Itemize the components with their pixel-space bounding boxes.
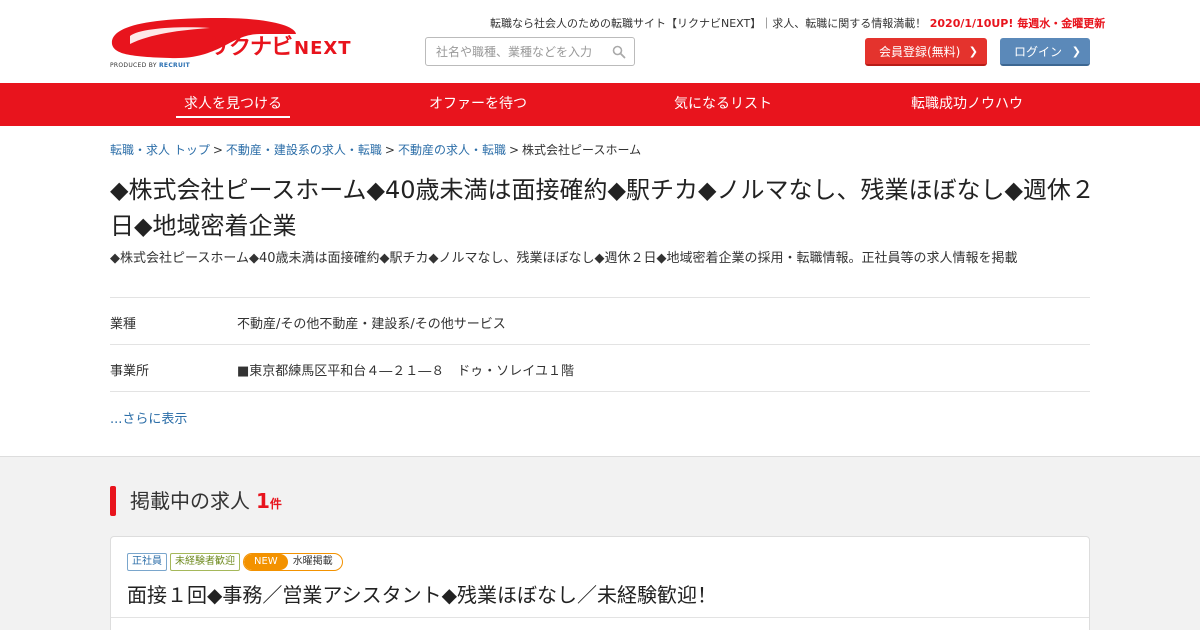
active-underline	[176, 116, 290, 118]
info-key: 業種	[110, 317, 137, 332]
chevron-right-icon: ❯	[1071, 45, 1081, 58]
logo-wordmark: リクナビ NEXT	[208, 29, 352, 61]
nav-item-label: 転職成功ノウハウ	[911, 96, 1023, 112]
nav-item-knowhow[interactable]: 転職成功ノウハウ	[911, 83, 1023, 126]
site-logo[interactable]: リクナビ NEXT PRODUCED BY RECRUIT	[110, 14, 360, 72]
login-button[interactable]: ログイン ❯	[1000, 38, 1090, 66]
logo-brand-suffix: NEXT	[294, 38, 352, 59]
tag-new-label: NEW	[244, 554, 288, 570]
breadcrumb-separator: >	[212, 143, 223, 157]
nav-item-wait-offers[interactable]: オファーを待つ	[429, 83, 527, 126]
listings-heading: 掲載中の求人 1件	[110, 486, 282, 516]
search-input[interactable]	[436, 43, 606, 61]
breadcrumb-link-top[interactable]: 転職・求人 トップ	[110, 143, 210, 157]
listings-heading-text: 掲載中の求人	[130, 489, 250, 513]
login-button-label: ログイン	[1014, 45, 1063, 59]
job-tags: 正社員 未経験者歓迎 NEW 水曜掲載	[127, 553, 343, 571]
tag-posting-day: 水曜掲載	[292, 556, 333, 567]
nav-item-favorites[interactable]: 気になるリスト	[674, 83, 772, 126]
breadcrumb-link-realestate-construction[interactable]: 不動産・建設系の求人・転職	[226, 143, 382, 157]
update-note: 2020/1/10UP! 毎週水・金曜更新	[929, 17, 1106, 30]
divider	[110, 391, 1090, 392]
info-value: ■東京都練馬区平和台４―２１―８ ドゥ・ソレイユ１階	[237, 364, 575, 379]
search-box	[425, 37, 635, 66]
nav-item-label: オファーを待つ	[429, 96, 527, 112]
logo-produced-by: PRODUCED BY RECRUIT	[110, 62, 190, 69]
info-value: 不動産/その他不動産・建設系/その他サービス	[237, 317, 506, 332]
global-nav: 求人を見つける オファーを待つ 気になるリスト 転職成功ノウハウ	[0, 83, 1200, 126]
divider	[111, 617, 1089, 618]
nav-item-label: 求人を見つける	[184, 96, 282, 112]
breadcrumb-link-realestate[interactable]: 不動産の求人・転職	[398, 143, 506, 157]
show-more-link[interactable]: ...さらに表示	[110, 408, 187, 427]
breadcrumb-separator: >	[508, 143, 520, 157]
info-row-industry: 業種 不動産/その他不動産・建設系/その他サービス	[110, 297, 1090, 344]
info-key: 事業所	[110, 364, 150, 379]
tag-employment-type: 正社員	[127, 553, 167, 571]
listings-count-unit: 件	[269, 497, 282, 511]
produced-by-text: PRODUCED BY	[110, 62, 157, 69]
site-header: リクナビ NEXT PRODUCED BY RECRUIT 転職なら社会人のための…	[0, 0, 1200, 83]
recruit-text: RECRUIT	[159, 62, 191, 69]
search-icon[interactable]	[612, 45, 626, 59]
info-row-office: 事業所 ■東京都練馬区平和台４―２１―８ ドゥ・ソレイユ１階	[110, 344, 1090, 391]
nav-item-label: 気になるリスト	[674, 96, 772, 112]
page-title: ◆株式会社ピースホーム◆40歳未満は面接確約◆駅チカ◆ノルマなし、残業ほぼなし◆…	[110, 176, 1095, 240]
breadcrumb-separator: >	[384, 143, 395, 157]
tag-inexperienced-welcome: 未経験者歓迎	[170, 553, 240, 571]
nav-item-find-jobs[interactable]: 求人を見つける	[176, 83, 290, 126]
logo-brand-name: リクナビ	[208, 35, 293, 60]
register-button-label: 会員登録(無料)	[879, 45, 961, 59]
chevron-right-icon: ❯	[968, 45, 978, 58]
job-card[interactable]: 正社員 未経験者歓迎 NEW 水曜掲載 面接１回◆事務／営業アシスタント◆残業ほぼ…	[110, 536, 1090, 630]
breadcrumb-current: 株式会社ピースホーム	[522, 143, 642, 157]
tag-new-posting: NEW 水曜掲載	[243, 553, 343, 571]
company-description: ◆株式会社ピースホーム◆40歳未満は面接確約◆駅チカ◆ノルマなし、残業ほぼなし◆…	[110, 251, 1018, 266]
job-title[interactable]: 面接１回◆事務／営業アシスタント◆残業ほぼなし／未経験歓迎！	[127, 579, 717, 608]
register-button[interactable]: 会員登録(無料) ❯	[865, 38, 987, 66]
breadcrumb: 転職・求人 トップ > 不動産・建設系の求人・転職 > 不動産の求人・転職 > 株式会社ピー…	[110, 141, 641, 158]
heading-accent-bar	[110, 486, 116, 516]
header-tagline: 転職なら社会人のための転職サイト【リクナビNEXT】｜求人、転職に関する情報満載…	[490, 15, 1105, 31]
listings-count: 1	[256, 489, 270, 513]
tagline-text: 転職なら社会人のための転職サイト【リクナビNEXT】｜求人、転職に関する情報満載…	[490, 17, 927, 30]
